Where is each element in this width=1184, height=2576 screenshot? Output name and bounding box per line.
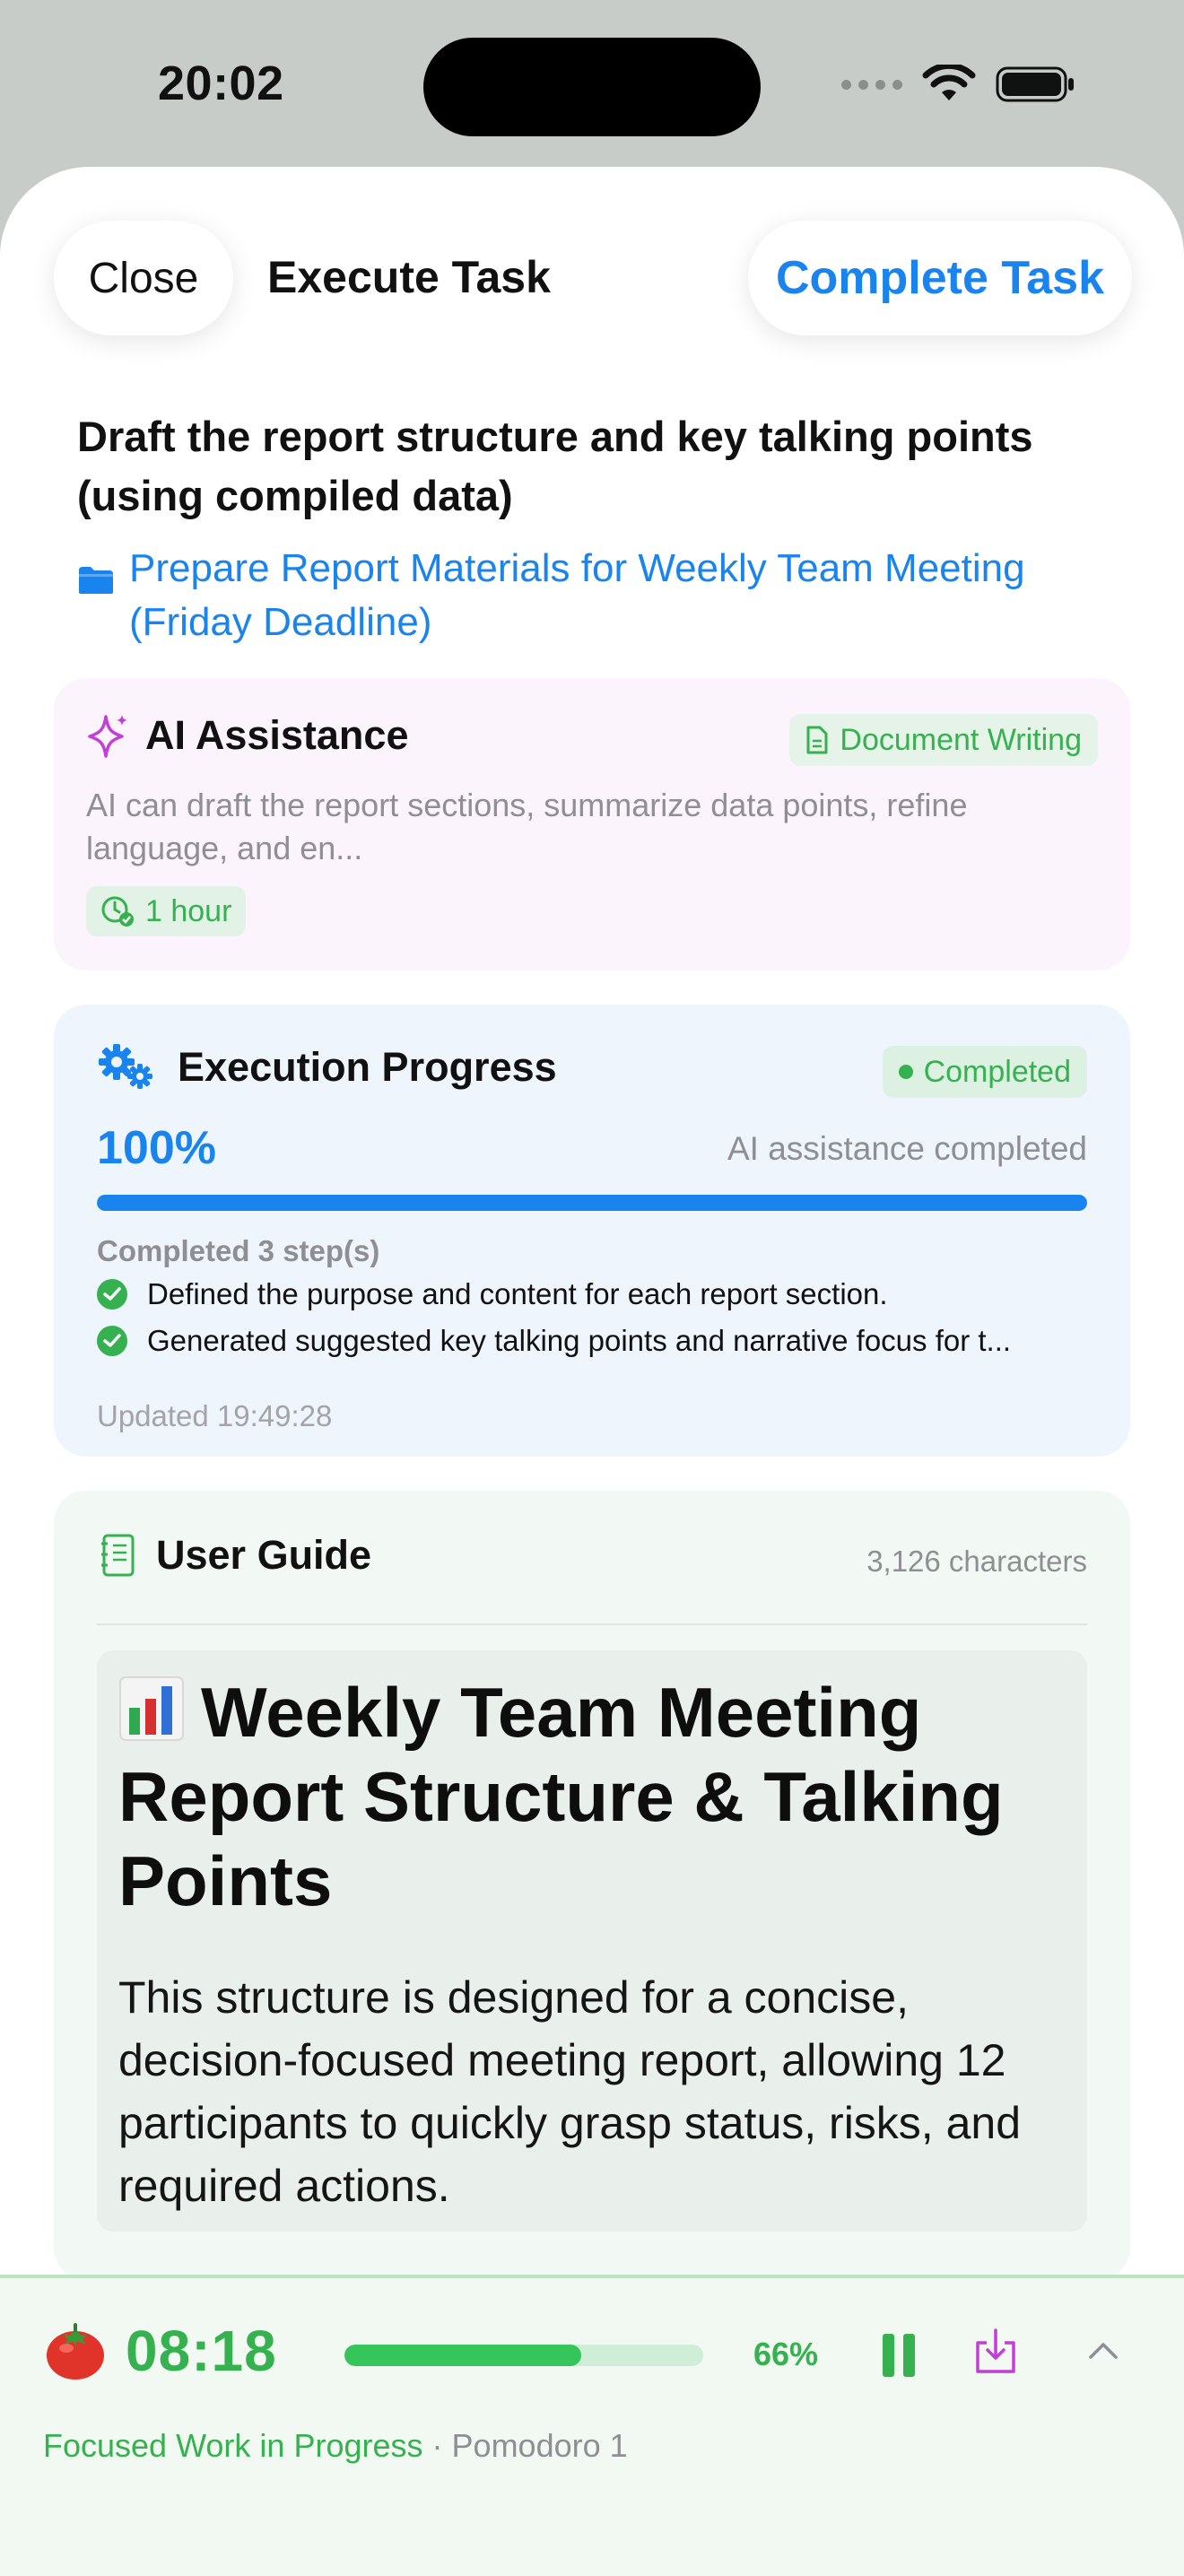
pomodoro-progress-fill (344, 2345, 581, 2366)
execution-progress-card: Execution Progress Completed 100% AI ass… (54, 1005, 1130, 1457)
pomodoro-count: Pomodoro 1 (451, 2427, 628, 2464)
ai-description: AI can draft the report sections, summar… (86, 787, 968, 866)
chevron-up-icon[interactable] (1085, 2337, 1121, 2363)
step-item: Defined the purpose and content for each… (97, 1277, 1087, 1311)
dynamic-island (423, 38, 761, 136)
duration-badge: 1 hour (86, 886, 247, 936)
ai-assistance-label: AI Assistance (145, 712, 409, 758)
user-guide-card: User Guide 3,126 characters Weekly Team … (54, 1491, 1130, 2280)
divider (97, 1623, 1087, 1625)
clock-check-icon (101, 896, 134, 927)
wifi-icon (922, 65, 976, 100)
close-button[interactable]: Close (54, 221, 233, 335)
duration-label: 1 hour (145, 893, 232, 928)
execute-task-sheet: Close Execute Task Complete Task Draft t… (0, 167, 1184, 2572)
updated-timestamp: Updated 19:49:28 (97, 1399, 333, 1432)
pomodoro-bar: 08:18 66% Focused Work in Progress · Pom… (0, 2275, 1184, 2576)
cellular-dots-icon (841, 79, 902, 90)
task-title: Draft the report structure and key talki… (77, 413, 1033, 519)
execution-progress-label: Execution Progress (178, 1044, 557, 1090)
character-count: 3,126 characters (866, 1545, 1087, 1578)
folder-icon (79, 567, 113, 594)
pomodoro-percent: 66% (753, 2336, 819, 2372)
parent-task-label: Prepare Report Materials for Weekly Team… (129, 546, 1025, 644)
sparkle-icon (88, 715, 127, 758)
document-icon (806, 726, 828, 754)
category-label: Document Writing (840, 722, 1082, 757)
complete-task-button[interactable]: Complete Task (748, 221, 1132, 335)
gears-icon (99, 1044, 152, 1089)
pomodoro-status: Focused Work in Progress (43, 2427, 423, 2464)
pomodoro-timer: 08:18 (126, 2319, 277, 2383)
guide-paragraph: This structure is designed for a concise… (118, 1972, 1022, 2211)
status-icons (841, 65, 1076, 104)
parent-task-link[interactable]: Prepare Report Materials for Weekly Team… (77, 542, 1118, 649)
battery-icon (996, 66, 1074, 102)
sheet-title: Execute Task (267, 252, 551, 302)
pause-icon-bar (903, 2334, 915, 2377)
pause-button[interactable] (883, 2334, 915, 2377)
progress-percent: 100% (97, 1122, 216, 1174)
progress-note: AI assistance completed (727, 1130, 1087, 1167)
pomodoro-progress-bar (344, 2345, 703, 2366)
status-label: Completed (923, 1054, 1071, 1089)
step-text: Defined the purpose and content for each… (147, 1277, 888, 1310)
category-badge: Document Writing (789, 714, 1098, 766)
status-separator: · (431, 2427, 443, 2464)
pomodoro-status-line: Focused Work in Progress · Pomodoro 1 (43, 2427, 628, 2465)
status-dot-icon (898, 1065, 913, 1079)
ai-assistance-card: AI Assistance Document Writing AI can dr… (54, 678, 1130, 970)
guide-heading: Weekly Team Meeting Report Structure & T… (118, 1670, 1069, 1923)
steps-heading: Completed 3 step(s) (97, 1234, 380, 1267)
step-text: Generated suggested key talking points a… (147, 1324, 1012, 1357)
check-circle-icon (97, 1279, 127, 1310)
bar-chart-icon (119, 1676, 184, 1741)
step-item: Generated suggested key talking points a… (97, 1324, 1087, 1358)
notebook-icon (101, 1534, 135, 1577)
guide-content: Weekly Team Meeting Report Structure & T… (97, 1650, 1087, 2232)
check-circle-icon (97, 1326, 127, 1356)
status-badge: Completed (882, 1046, 1087, 1098)
tomato-icon (47, 2323, 104, 2380)
pause-icon (883, 2334, 894, 2377)
progress-bar-fill (97, 1195, 1087, 1211)
user-guide-label: User Guide (156, 1532, 372, 1578)
guide-heading-text: Weekly Team Meeting Report Structure & T… (118, 1673, 1004, 1920)
status-time: 20:02 (158, 57, 284, 110)
progress-bar (97, 1195, 1087, 1211)
save-tray-icon[interactable] (974, 2327, 1017, 2375)
